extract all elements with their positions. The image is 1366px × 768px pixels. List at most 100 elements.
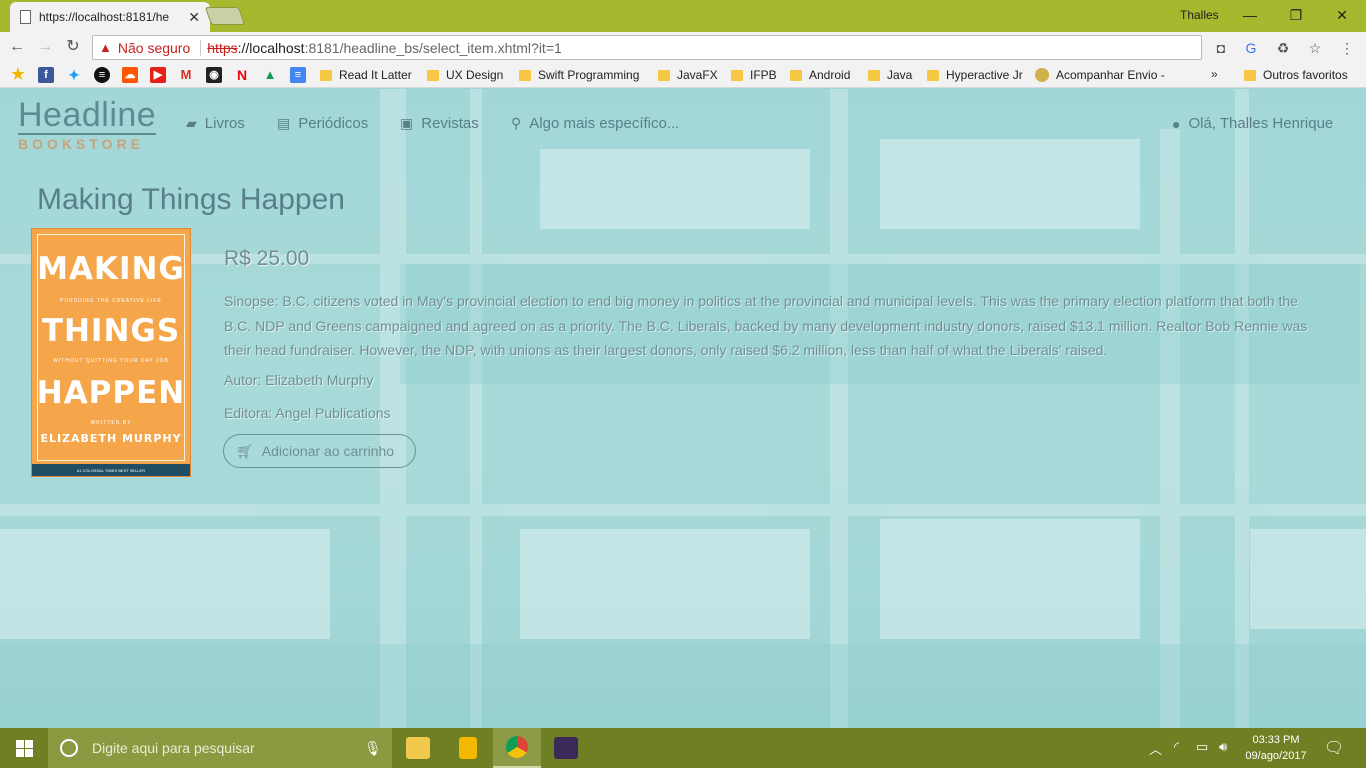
- wifi-icon[interactable]: ◜: [1174, 739, 1179, 755]
- nav-periodicals-label: Periódicos: [298, 115, 369, 132]
- star-icon[interactable]: ☆: [1306, 39, 1324, 57]
- folder-icon: [320, 69, 332, 81]
- minimize-icon[interactable]: —: [1227, 4, 1273, 26]
- bookmark-label: Hyperactive Jr: [946, 68, 1023, 82]
- bookmark-label: Java: [887, 68, 913, 82]
- start-button[interactable]: [0, 728, 48, 768]
- other-bookmarks-folder[interactable]: Outros favoritos: [1244, 67, 1348, 83]
- user-menu[interactable]: ● Olá, Thalles Henrique: [1172, 115, 1333, 132]
- bookmark-folder[interactable]: UX Design: [427, 67, 503, 83]
- twitter-icon[interactable]: ✦: [66, 67, 82, 83]
- spotify-icon[interactable]: ≡: [94, 67, 110, 83]
- browser-tab[interactable]: https://localhost:8181/he ✕: [10, 2, 210, 32]
- add-to-cart-label: Adicionar ao carrinho: [261, 443, 395, 459]
- bookmark-folder[interactable]: Java: [868, 67, 912, 83]
- close-window-icon[interactable]: ✕: [1319, 4, 1365, 26]
- search-icon: ⚲: [511, 115, 522, 131]
- bookmark-folder[interactable]: Swift Programming: [519, 67, 639, 83]
- taskbar-clock[interactable]: 03:33 PM 09/ago/2017: [1236, 732, 1316, 764]
- restore-icon[interactable]: ❐: [1273, 4, 1319, 26]
- folder-icon: [868, 69, 880, 81]
- insecure-label[interactable]: Não seguro: [118, 40, 190, 56]
- chrome-icon: [506, 736, 528, 758]
- gmail-icon[interactable]: M: [178, 67, 194, 83]
- volume-icon[interactable]: 🔊︎: [1219, 739, 1227, 755]
- microphone-icon[interactable]: 🎙︎: [364, 740, 382, 757]
- logo-sub-text: BOOKSTORE: [18, 136, 144, 152]
- bookmark-folder[interactable]: Hyperactive Jr: [927, 67, 1023, 83]
- translate-icon[interactable]: G: [1242, 39, 1260, 57]
- back-icon[interactable]: ←: [6, 37, 28, 57]
- bookmark-label: Android: [809, 68, 851, 82]
- clock-time: 03:33 PM: [1252, 734, 1300, 746]
- url-scheme: https: [207, 39, 238, 56]
- recycle-icon[interactable]: ♻: [1274, 39, 1292, 57]
- lightbulb-icon: [459, 737, 477, 759]
- youtube-icon[interactable]: ▶: [150, 67, 166, 83]
- book-icon: ▰: [186, 115, 197, 131]
- clock-date: 09/ago/2017: [1245, 750, 1307, 762]
- folder-icon: [1244, 69, 1256, 81]
- folder-icon: [927, 69, 939, 81]
- bookmark-link[interactable]: Acompanhar Envio -: [1035, 67, 1165, 83]
- site-logo[interactable]: Headline BOOKSTORE: [18, 97, 157, 153]
- book-synopsis: Sinopse: B.C. citizens voted in May's pr…: [224, 293, 1308, 358]
- tips-app[interactable]: [444, 728, 492, 768]
- taskbar-search-box[interactable]: Digite aqui para pesquisar: [48, 728, 392, 768]
- taskbar-search-placeholder: Digite aqui para pesquisar: [92, 740, 255, 756]
- nav-search-label: Algo mais específico...: [529, 115, 680, 132]
- url-path: :8181/headline_bs/select_item.xhtml?it=1: [304, 39, 562, 56]
- google-drive-icon[interactable]: ▲: [262, 67, 278, 83]
- book-price: R$ 25.00: [224, 247, 310, 270]
- window-user-name[interactable]: Thalles: [1180, 8, 1219, 22]
- bookmark-label: Read It Latter: [339, 68, 412, 82]
- bookmark-folder[interactable]: JavaFX: [658, 67, 718, 83]
- cover-author: ELIZABETH MURPHY: [40, 432, 182, 445]
- forward-icon[interactable]: →: [34, 37, 56, 57]
- folder-icon: [658, 69, 670, 81]
- more-bookmarks-icon[interactable]: »: [1211, 67, 1218, 81]
- address-bar[interactable]: ▲ Não seguro https ://localhost :8181/he…: [92, 35, 1202, 60]
- menu-icon[interactable]: ⋮: [1338, 39, 1356, 57]
- game-app[interactable]: [542, 728, 590, 768]
- folder-icon: [406, 737, 430, 759]
- cover-band-text: #1 COLOSSAL TIMES BEST SELLER: [76, 468, 146, 473]
- tab-title: https://localhost:8181/he: [39, 10, 170, 24]
- google-docs-icon[interactable]: ≡: [290, 67, 306, 83]
- image-icon: ▣: [400, 115, 414, 131]
- folder-icon: [731, 69, 743, 81]
- tray-chevron-icon[interactable]: ︿: [1149, 739, 1162, 758]
- nav-search[interactable]: ⚲ Algo mais específico...: [511, 115, 679, 132]
- url-host: ://localhost: [237, 39, 305, 56]
- bookmark-folder[interactable]: Read It Latter: [320, 67, 412, 83]
- windows-taskbar: Digite aqui para pesquisar 🎙︎ ︿ ◜ ▭ 🔊︎ 0…: [0, 728, 1366, 768]
- bookmark-folder[interactable]: Android: [790, 67, 850, 83]
- nav-periodicals[interactable]: ▤ Periódicos: [277, 115, 368, 132]
- nav-magazines[interactable]: ▣ Revistas: [400, 115, 479, 132]
- book-author: Autor: Elizabeth Murphy: [224, 372, 374, 388]
- reload-icon[interactable]: ↻: [62, 37, 84, 57]
- chrome-app[interactable]: [493, 728, 541, 768]
- bookmark-label: IFPB: [750, 68, 777, 82]
- new-tab-button[interactable]: [204, 7, 246, 25]
- cortana-icon: [60, 739, 78, 757]
- bookmark-label: Outros favoritos: [1263, 68, 1348, 82]
- folder-icon: [519, 69, 531, 81]
- user-greeting: Olá, Thalles Henrique: [1188, 115, 1334, 132]
- tab-close-icon[interactable]: ✕: [188, 9, 200, 26]
- facebook-icon[interactable]: f: [38, 67, 54, 83]
- file-explorer-app[interactable]: [394, 728, 442, 768]
- netflix-icon[interactable]: N: [234, 67, 250, 83]
- notifications-icon[interactable]: 🗨︎: [1324, 738, 1344, 758]
- camera-icon[interactable]: ◉: [206, 67, 222, 83]
- nav-books[interactable]: ▰ Livros: [186, 115, 245, 132]
- extension-icon[interactable]: ◘: [1212, 39, 1230, 57]
- bookmark-folder[interactable]: IFPB: [731, 67, 777, 83]
- bookmarks-star-icon[interactable]: ★: [10, 67, 26, 83]
- bookmark-label: Acompanhar Envio -: [1056, 68, 1165, 82]
- soundcloud-icon[interactable]: ☁: [122, 67, 138, 83]
- add-to-cart-button[interactable]: 🛒︎ Adicionar ao carrinho: [223, 434, 416, 468]
- battery-icon[interactable]: ▭: [1196, 739, 1208, 755]
- cover-tagline: PURSUING THE CREATIVE LIFE: [60, 298, 162, 304]
- bookmark-label: UX Design: [446, 68, 504, 82]
